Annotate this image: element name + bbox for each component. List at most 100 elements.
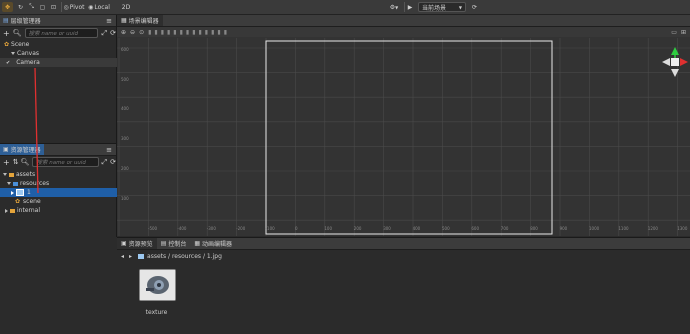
local-button[interactable]: ◉ Local xyxy=(87,2,111,12)
tree-node-canvas[interactable]: Canvas xyxy=(0,49,127,58)
toolbar-divider xyxy=(61,2,62,12)
preview-icon: ▣ xyxy=(121,240,127,247)
sort-icon[interactable]: ⇅ xyxy=(13,158,19,166)
scene-editor-toolbar: ⊕ ⊖ ⊙ ▮▮▮▮▮▮▮▮▮▮▮▮▮ ▭ ⊞ xyxy=(117,27,690,37)
node-label: internal xyxy=(17,207,41,214)
expand-icon[interactable] xyxy=(5,208,8,213)
texture-thumbnail[interactable] xyxy=(139,269,176,301)
tab-asset-preview[interactable]: ▣ 资源预览 xyxy=(117,238,157,249)
scene-grid[interactable] xyxy=(117,38,690,236)
add-node-button[interactable]: + xyxy=(3,29,10,38)
tab-label: 动画编辑器 xyxy=(202,241,233,248)
search-icon[interactable]: 🔍︎ xyxy=(13,29,22,37)
search-icon[interactable]: 🔍︎ xyxy=(21,158,30,166)
back-arrow-icon[interactable]: ◂ xyxy=(121,253,124,260)
device-select[interactable]: ⚙ ▼ xyxy=(386,2,402,12)
assets-search-input[interactable]: 搜索 name or uuid xyxy=(32,157,99,167)
node-label: Camera xyxy=(16,59,40,66)
assets-header: ▣ 资源管理器 ≡ xyxy=(0,144,116,156)
scene-icon: ✿ xyxy=(15,198,21,205)
transform-icon: ⊡ xyxy=(50,3,57,11)
chevron-down-icon: ▼ xyxy=(458,4,462,10)
refresh-icon[interactable]: ⟳ xyxy=(110,158,116,166)
scene-editor-header: ▦ 场景编辑器 xyxy=(117,15,690,27)
tab-label: 控制台 xyxy=(168,241,187,248)
collapse-icon[interactable]: ⤢ xyxy=(102,29,108,38)
zoom-in-icon[interactable]: ⊕ xyxy=(121,29,126,36)
pivot-button[interactable]: ◎ Pivot xyxy=(63,2,85,12)
node-label: Canvas xyxy=(17,50,40,57)
x-tick-label: 0 xyxy=(295,226,298,231)
scene-editor-icon: ▦ xyxy=(121,17,127,24)
expand-icon[interactable] xyxy=(11,52,15,55)
add-asset-button[interactable]: + xyxy=(3,158,10,167)
y-tick-label: 300 xyxy=(121,136,129,142)
x-tick-label: 1100 xyxy=(618,226,629,231)
tree-node-resources[interactable]: resources xyxy=(0,179,123,188)
menu-icon[interactable]: ≡ xyxy=(106,146,112,154)
tree-node-internal[interactable]: internal xyxy=(0,206,121,215)
check-icon: ✔ xyxy=(6,59,11,66)
camera-icon[interactable]: ▭ xyxy=(671,29,677,36)
mode-2d-label: 2D xyxy=(121,3,131,11)
hierarchy-panel: ▤ 层级管理器 ≡ + 🔍︎ 搜索 name or uuid ⤢ ⟳ ✿ Sce… xyxy=(0,15,122,143)
zoom-fit-icon[interactable]: ⊙ xyxy=(139,29,144,36)
main-toolbar: ✥ ↻ ⤡ ▢ ⊡ ◎ Pivot ◉ Local 2D ⚙ ▼ ▶ 当前场景 ▼… xyxy=(0,0,690,15)
play-icon: ▶ xyxy=(407,3,413,11)
rect-tool-button[interactable]: ▢ xyxy=(38,2,47,12)
tab-console[interactable]: ▤ 控制台 xyxy=(157,238,191,249)
transform-tool-button[interactable]: ⊡ xyxy=(49,2,58,12)
image-icon xyxy=(138,253,145,259)
scene-icon: ✿ xyxy=(4,41,10,48)
console-icon: ▤ xyxy=(160,240,167,247)
mode-2d-button[interactable]: 2D xyxy=(120,2,132,12)
hierarchy-header: ▤ 层级管理器 ≡ xyxy=(0,15,116,27)
hierarchy-title: 层级管理器 xyxy=(10,18,41,25)
texture-image xyxy=(140,270,175,300)
x-tick-label: -400 xyxy=(177,226,187,231)
assets-panel: ▣ 资源管理器 ≡ + ⇅ 🔍︎ 搜索 name or uuid ⤢ ⟳ ass… xyxy=(0,143,127,237)
tree-node-assets[interactable]: assets xyxy=(0,170,119,179)
x-tick-label: 500 xyxy=(442,226,450,231)
scene-select[interactable]: 当前场景 ▼ xyxy=(418,2,466,12)
grid-toggle-icon[interactable]: ⊞ xyxy=(681,29,686,36)
bottom-tabs: ▣ 资源预览 ▤ 控制台 ▦ 动画编辑器 xyxy=(117,238,690,250)
tree-node-scene-asset[interactable]: ✿ scene xyxy=(0,197,131,206)
refresh-button[interactable]: ⟳ xyxy=(470,2,479,12)
expand-icon[interactable] xyxy=(7,182,11,185)
x-tick-label: 300 xyxy=(383,226,391,231)
tree-node-camera[interactable]: ✔ Camera xyxy=(0,58,122,67)
move-tool-button[interactable]: ✥ xyxy=(2,2,13,12)
x-tick-label: 900 xyxy=(559,226,568,231)
forward-arrow-icon[interactable]: ▸ xyxy=(129,253,132,260)
expand-icon[interactable] xyxy=(3,173,7,176)
refresh-icon[interactable]: ⟳ xyxy=(110,29,116,37)
tab-label: 场景编辑器 xyxy=(128,18,159,25)
hierarchy-search-input[interactable]: 搜索 name or uuid xyxy=(24,28,98,38)
image-icon xyxy=(16,189,24,196)
toolbar-divider xyxy=(404,2,405,12)
y-tick-label: 400 xyxy=(121,106,129,112)
folder-icon xyxy=(13,181,18,186)
y-tick-label: 600 xyxy=(121,47,129,52)
animation-icon: ▦ xyxy=(194,240,201,247)
collapse-icon[interactable]: ⤢ xyxy=(102,158,108,167)
rotate-tool-button[interactable]: ↻ xyxy=(16,2,25,12)
x-tick-label: 100 xyxy=(324,226,333,231)
zoom-out-icon[interactable]: ⊖ xyxy=(130,29,135,36)
expand-icon[interactable] xyxy=(11,190,14,195)
tree-node-1[interactable]: 1 xyxy=(0,188,127,197)
bottom-panel: ▣ 资源预览 ▤ 控制台 ▦ 动画编辑器 ◂ ▸ assets / resour… xyxy=(117,237,690,334)
scale-icon: ⤡ xyxy=(29,3,34,10)
play-button[interactable]: ▶ xyxy=(406,2,414,12)
pivot-icon: ◎ xyxy=(63,3,69,11)
menu-icon[interactable]: ≡ xyxy=(106,17,112,25)
tree-node-scene[interactable]: ✿ Scene xyxy=(0,40,120,49)
tab-scene-editor[interactable]: ▦ 场景编辑器 xyxy=(117,15,163,26)
view-gizmo[interactable] xyxy=(660,45,690,79)
align-tools-icon[interactable]: ▮▮▮▮▮▮▮▮▮▮▮▮▮ xyxy=(148,29,230,36)
tab-label: 资源预览 xyxy=(128,241,153,248)
scale-tool-button[interactable]: ⤡ xyxy=(27,2,36,12)
x-tick-label: -200 xyxy=(236,226,246,231)
tab-animation-editor[interactable]: ▦ 动画编辑器 xyxy=(190,238,236,249)
